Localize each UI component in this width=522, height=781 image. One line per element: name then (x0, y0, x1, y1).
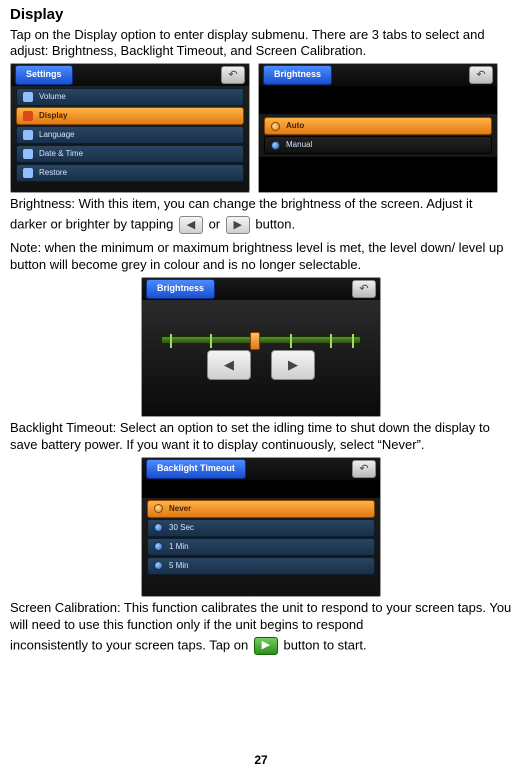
menu-item-icon (23, 111, 33, 121)
brightness-slider[interactable] (161, 336, 361, 344)
intro-text: Tap on the Display option to enter displ… (10, 27, 512, 61)
menu-item-label: Display (39, 111, 67, 121)
brightness-up-button[interactable]: ▶ (271, 350, 315, 380)
backlight-option[interactable]: 5 Min (147, 557, 375, 575)
text-fragment: inconsistently to your screen taps. Tap … (10, 637, 252, 652)
settings-item[interactable]: Volume (16, 88, 244, 106)
text-fragment: or (209, 217, 224, 232)
slider-tick (330, 334, 332, 348)
text-fragment: button to start. (283, 637, 366, 652)
menu-item-icon (23, 92, 33, 102)
backlight-option[interactable]: Never (147, 500, 375, 518)
brightness-note: Note: when the minimum or maximum bright… (10, 240, 512, 274)
settings-item[interactable]: Restore (16, 164, 244, 182)
slider-tick (210, 334, 212, 348)
brightness-tab[interactable]: Auto (264, 117, 492, 135)
back-icon: ↶ (221, 66, 245, 84)
menu-item-icon (23, 130, 33, 140)
menu-item-label: Restore (39, 168, 67, 178)
slider-tick (290, 334, 292, 348)
radio-icon (271, 122, 280, 131)
backlight-title: Backlight Timeout (146, 459, 246, 479)
backlight-option[interactable]: 30 Sec (147, 519, 375, 537)
page-number: 27 (0, 753, 522, 769)
right-arrow-button[interactable]: ▶ (226, 216, 250, 234)
menu-item-icon (23, 149, 33, 159)
settings-title: Settings (15, 65, 73, 85)
slider-tick (352, 334, 354, 348)
calibration-text-line1: Screen Calibration: This function calibr… (10, 600, 512, 634)
settings-item[interactable]: Language (16, 126, 244, 144)
menu-item-label: Language (39, 130, 75, 140)
brightness-text-line2: darker or brighter by tapping ◀ or ▶ but… (10, 216, 512, 234)
tab-label: Auto (286, 121, 304, 131)
menu-item-label: Volume (39, 92, 66, 102)
brightness-text-line1: Brightness: With this item, you can chan… (10, 196, 512, 213)
start-calibration-button[interactable]: ▶ (254, 637, 278, 655)
option-label: 1 Min (169, 542, 189, 552)
brightness-title: Brightness (263, 65, 332, 85)
slider-knob[interactable] (250, 332, 260, 350)
brightness-tab[interactable]: Manual (264, 136, 492, 154)
menu-item-label: Date & Time (39, 149, 83, 159)
brightness-down-button[interactable]: ◀ (207, 350, 251, 380)
menu-item-icon (23, 168, 33, 178)
back-icon: ↶ (469, 66, 493, 84)
radio-icon (271, 141, 280, 150)
backlight-option[interactable]: 1 Min (147, 538, 375, 556)
radio-icon (154, 561, 163, 570)
back-icon: ↶ (352, 460, 376, 478)
radio-icon (154, 542, 163, 551)
radio-icon (154, 504, 163, 513)
text-fragment: button. (255, 217, 295, 232)
back-icon: ↶ (352, 280, 376, 298)
slider-tick (170, 334, 172, 348)
brightness-slider-title: Brightness (146, 279, 215, 299)
text-fragment: darker or brighter by tapping (10, 217, 177, 232)
radio-icon (154, 523, 163, 532)
option-label: Never (169, 504, 191, 514)
option-label: 30 Sec (169, 523, 194, 533)
settings-screenshot: Settings ↶ Volume Display Language Date & T… (10, 63, 250, 193)
calibration-text-line2: inconsistently to your screen taps. Tap … (10, 637, 512, 655)
heading-display: Display (10, 5, 512, 25)
left-arrow-button[interactable]: ◀ (179, 216, 203, 234)
backlight-screenshot: Backlight Timeout ↶ Never 30 Sec 1 Min 5 Mi… (141, 457, 381, 597)
settings-item[interactable]: Date & Time (16, 145, 244, 163)
brightness-tabs-screenshot: Brightness ↶ Auto Manual (258, 63, 498, 193)
settings-item[interactable]: Display (16, 107, 244, 125)
backlight-text: Backlight Timeout: Select an option to s… (10, 420, 512, 454)
brightness-slider-screenshot: Brightness ↶ ◀ ▶ (141, 277, 381, 417)
tab-label: Manual (286, 140, 312, 150)
option-label: 5 Min (169, 561, 189, 571)
